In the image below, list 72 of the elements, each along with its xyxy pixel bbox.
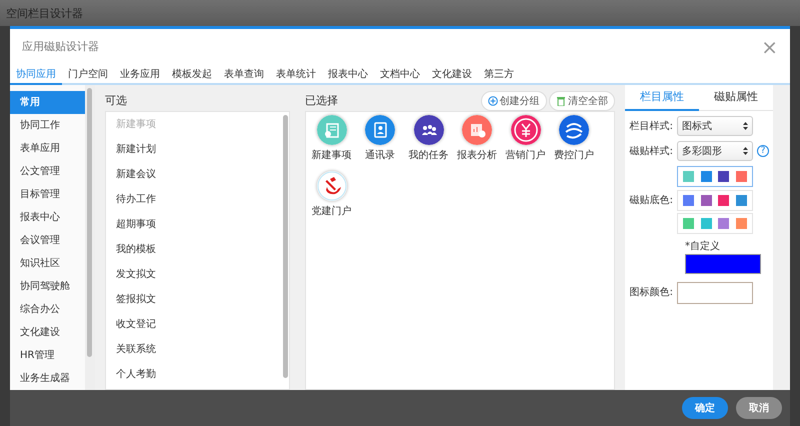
contacts-tile-icon[interactable] bbox=[365, 114, 395, 144]
clear-all-button[interactable]: 清空全部 bbox=[549, 91, 615, 111]
sidebar-item[interactable]: HR管理 bbox=[10, 344, 85, 367]
sidebar-item[interactable]: 会议管理 bbox=[10, 229, 85, 252]
tab[interactable]: 文档中心 bbox=[374, 65, 426, 83]
tab[interactable]: 报表中心 bbox=[322, 65, 374, 83]
field-label: 栏目样式: bbox=[628, 120, 673, 134]
section-heading: 已选择 bbox=[305, 92, 338, 109]
list-item[interactable]: 个人考勤 bbox=[116, 367, 156, 382]
tab[interactable]: 栏目属性 bbox=[625, 85, 699, 111]
confirm-button[interactable]: 确定 bbox=[682, 397, 728, 419]
field-label: 磁贴样式: bbox=[628, 144, 673, 158]
people-tile-icon[interactable] bbox=[414, 114, 444, 144]
list-item[interactable]: 新建会议 bbox=[116, 167, 156, 182]
tab[interactable]: 第三方 bbox=[478, 65, 520, 83]
sidebar-item[interactable]: 协同驾驶舱 bbox=[10, 275, 85, 298]
sidebar-item[interactable]: 协同工作 bbox=[10, 114, 85, 137]
add-icon bbox=[488, 96, 498, 106]
tab[interactable]: 模板发起 bbox=[166, 65, 218, 83]
sidebar-item[interactable]: 知识社区 bbox=[10, 252, 85, 275]
help-icon[interactable]: ? bbox=[757, 145, 769, 157]
custom-color-label: *自定义 bbox=[685, 240, 721, 254]
section-heading: 可选 bbox=[105, 92, 127, 109]
field-label: 磁贴底色: bbox=[628, 194, 673, 208]
list-item[interactable]: 收文登记 bbox=[116, 317, 156, 332]
chart-tile-icon[interactable] bbox=[462, 114, 492, 144]
tab[interactable]: 业务应用 bbox=[114, 65, 166, 83]
tab[interactable]: 表单统计 bbox=[270, 65, 322, 83]
document-tile-icon[interactable] bbox=[316, 114, 346, 144]
sort-caret-icon bbox=[743, 122, 748, 130]
list-item[interactable]: 我的模板 bbox=[116, 242, 156, 257]
scrollbar[interactable] bbox=[87, 88, 92, 358]
sidebar-item[interactable]: 报表中心 bbox=[10, 206, 85, 229]
tile-label: 我的任务 bbox=[408, 148, 448, 162]
tab[interactable]: 门户空间 bbox=[62, 65, 114, 83]
sidebar-item[interactable]: 常用 bbox=[10, 91, 85, 114]
tab[interactable]: 文化建设 bbox=[426, 65, 478, 83]
sidebar-item[interactable]: 公文管理 bbox=[10, 160, 85, 183]
sidebar-item[interactable]: 表单应用 bbox=[10, 137, 85, 160]
list-item[interactable]: 超期事项 bbox=[116, 217, 156, 232]
tile-label: 营销门户 bbox=[506, 148, 546, 162]
swirl-tile-icon[interactable] bbox=[559, 114, 589, 144]
trash-icon bbox=[556, 96, 566, 106]
field-label: 图标颜色: bbox=[628, 286, 673, 300]
sidebar-item[interactable]: 综合办公 bbox=[10, 298, 85, 321]
create-group-button[interactable]: 创建分组 bbox=[480, 91, 546, 111]
tab[interactable]: 磁贴属性 bbox=[699, 85, 773, 111]
dialog-title: 应用磁贴设计器 bbox=[22, 38, 99, 55]
sort-caret-icon bbox=[743, 147, 748, 155]
list-item[interactable]: 签报拟文 bbox=[116, 292, 156, 307]
tile-label: 通讯录 bbox=[365, 148, 395, 162]
color-palette[interactable] bbox=[677, 166, 753, 187]
tab[interactable]: 表单查询 bbox=[218, 65, 270, 83]
tile-label: 费控门户 bbox=[554, 148, 594, 162]
tile-label: 新建事项 bbox=[312, 148, 352, 162]
yen-tile-icon[interactable] bbox=[510, 114, 540, 144]
sidebar-item[interactable]: 业务生成器 bbox=[10, 367, 85, 390]
tile-label: 党建门户 bbox=[312, 204, 352, 219]
tile-label: 报表分析 bbox=[457, 148, 497, 162]
custom-color-field[interactable] bbox=[685, 254, 761, 274]
icon-color-field[interactable] bbox=[677, 282, 753, 304]
window-title: 空间栏目设计器 bbox=[6, 7, 83, 20]
emblem-tile-icon[interactable] bbox=[316, 171, 346, 201]
list-item[interactable]: 待办工作 bbox=[116, 192, 156, 207]
select-field[interactable]: 图标式 bbox=[677, 116, 753, 136]
list-item[interactable]: 新建计划 bbox=[116, 142, 156, 157]
scrollbar[interactable] bbox=[283, 115, 288, 378]
list-item[interactable]: 发文拟文 bbox=[116, 267, 156, 282]
select-field[interactable]: 多彩圆形 bbox=[677, 141, 753, 161]
list-item[interactable]: 关联系统 bbox=[116, 342, 156, 357]
sidebar-item[interactable]: 文化建设 bbox=[10, 321, 85, 344]
sidebar-item[interactable]: 目标管理 bbox=[10, 183, 85, 206]
